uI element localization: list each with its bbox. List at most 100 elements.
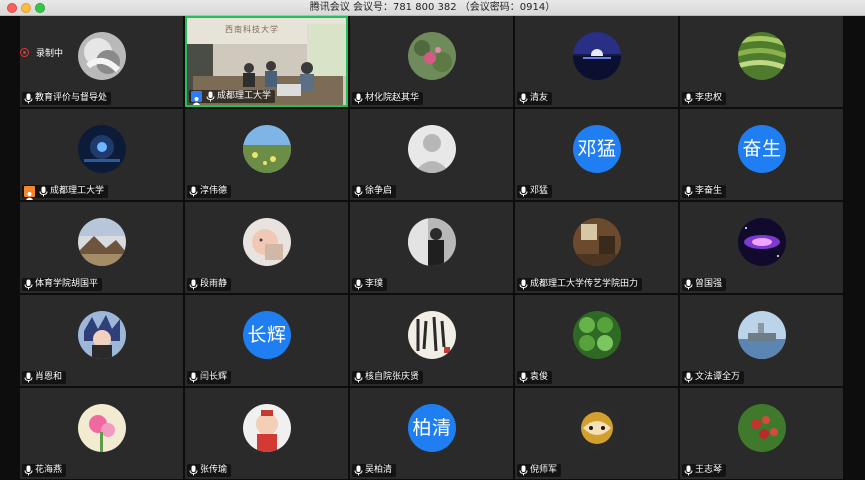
avatar-initials: 长辉 xyxy=(243,311,291,359)
participant-tile[interactable]: 袁俊 xyxy=(515,295,678,386)
avatar xyxy=(78,311,126,359)
participant-label: 张传瑜 xyxy=(187,464,232,477)
participant-name: 核自院张庆贤 xyxy=(365,372,420,382)
participant-tile[interactable]: 成都理工大学传艺学院田力 xyxy=(515,202,678,293)
participant-tile[interactable]: 清友 xyxy=(515,16,678,107)
microphone-icon xyxy=(189,465,198,476)
participant-label: 邓猛 xyxy=(517,185,553,198)
participant-name: 花海燕 xyxy=(35,465,63,475)
participant-tile[interactable]: 材化院赵其华 xyxy=(350,16,513,107)
participant-tile[interactable]: 文法谭全万 xyxy=(680,295,843,386)
participant-name: 徐争启 xyxy=(365,186,393,196)
participant-name: 段雨静 xyxy=(200,279,228,289)
microphone-icon xyxy=(24,465,33,476)
recording-indicator: 录制中 xyxy=(20,46,63,59)
participant-tile[interactable]: 教育评价与督导处 xyxy=(20,16,183,107)
microphone-icon xyxy=(206,91,215,102)
participant-tile[interactable]: 李忠权 xyxy=(680,16,843,107)
avatar-initials: 邓猛 xyxy=(573,125,621,173)
avatar xyxy=(408,125,456,173)
participant-tile[interactable]: 肖恩和 xyxy=(20,295,183,386)
participant-name: 倪师军 xyxy=(530,465,558,475)
participant-tile[interactable]: 体育学院胡国平 xyxy=(20,202,183,293)
microphone-icon xyxy=(684,372,693,383)
participant-label: 李奋生 xyxy=(682,185,727,198)
participant-label: 段雨静 xyxy=(187,278,232,291)
microphone-icon xyxy=(39,186,48,197)
microphone-icon xyxy=(519,465,528,476)
participant-tile[interactable]: 奋生李奋生 xyxy=(680,109,843,200)
avatar xyxy=(738,404,786,452)
avatar xyxy=(78,404,126,452)
participant-tile[interactable]: 柏清吴柏清 xyxy=(350,388,513,479)
participant-name: 文法谭全万 xyxy=(695,372,741,382)
avatar xyxy=(243,404,291,452)
participant-name: 李奋生 xyxy=(695,186,723,196)
video-grid: 教育评价与督导处 西南科技大学 成都理工大学 材化院赵其华 清友 李忠权 成都理工大学 淳伟德… xyxy=(0,16,865,480)
participant-tile[interactable]: 邓猛 邓猛 xyxy=(515,109,678,200)
avatar xyxy=(573,311,621,359)
microphone-icon xyxy=(519,186,528,197)
avatar xyxy=(573,404,621,452)
microphone-icon xyxy=(354,279,363,290)
participant-label: 文法谭全万 xyxy=(682,371,745,384)
participant-name: 吴柏清 xyxy=(365,465,393,475)
participant-name: 材化院赵其华 xyxy=(365,93,420,103)
participant-tile[interactable]: 徐争启 xyxy=(350,109,513,200)
microphone-icon xyxy=(519,279,528,290)
avatar-initials: 柏清 xyxy=(408,404,456,452)
participant-label: 核自院张庆贤 xyxy=(352,371,424,384)
host-badge-icon xyxy=(191,91,202,105)
participant-name: 曾国强 xyxy=(695,279,723,289)
microphone-icon xyxy=(189,372,198,383)
participant-tile[interactable]: 核自院张庆贤 xyxy=(350,295,513,386)
microphone-icon xyxy=(354,186,363,197)
participant-name: 体育学院胡国平 xyxy=(35,279,99,289)
participant-name: 李忠权 xyxy=(695,93,723,103)
participant-label: 徐争启 xyxy=(352,185,397,198)
microphone-icon xyxy=(189,186,198,197)
microphone-icon xyxy=(354,372,363,383)
avatar xyxy=(573,218,621,266)
participant-tile[interactable]: 段雨静 xyxy=(185,202,348,293)
participant-name: 邓猛 xyxy=(530,186,549,196)
avatar xyxy=(408,311,456,359)
title-bar: 腾讯会议 会议号：781 800 382 （会议密码：0914） xyxy=(0,0,865,16)
microphone-icon xyxy=(24,279,33,290)
participant-tile[interactable]: 曾国强 xyxy=(680,202,843,293)
participant-label: 体育学院胡国平 xyxy=(22,278,103,291)
participant-label: 倪师军 xyxy=(517,464,562,477)
participant-name: 袁俊 xyxy=(530,372,549,382)
avatar xyxy=(573,32,621,80)
participant-label: 肖恩和 xyxy=(22,371,67,384)
record-dot-icon xyxy=(20,48,29,57)
participant-name: 肖恩和 xyxy=(35,372,63,382)
participant-tile[interactable]: 淳伟德 xyxy=(185,109,348,200)
participant-name: 李璞 xyxy=(365,279,384,289)
microphone-icon xyxy=(684,186,693,197)
participant-label: 清友 xyxy=(517,92,553,105)
avatar xyxy=(243,125,291,173)
participant-tile[interactable]: 张传瑜 xyxy=(185,388,348,479)
participant-label: 淳伟德 xyxy=(187,185,232,198)
participant-label: 王志琴 xyxy=(682,464,727,477)
participant-name: 成都理工大学传艺学院田力 xyxy=(530,279,639,289)
microphone-icon xyxy=(354,93,363,104)
avatar xyxy=(738,218,786,266)
participant-tile[interactable]: 王志琴 xyxy=(680,388,843,479)
participant-label: 成都理工大学 xyxy=(189,90,276,105)
participant-tile[interactable]: 花海燕 xyxy=(20,388,183,479)
participant-tile[interactable]: 倪师军 xyxy=(515,388,678,479)
microphone-icon xyxy=(519,93,528,104)
avatar xyxy=(738,32,786,80)
participant-label: 花海燕 xyxy=(22,464,67,477)
participant-tile[interactable]: 成都理工大学 xyxy=(20,109,183,200)
participant-label: 教育评价与督导处 xyxy=(22,92,112,105)
participant-name: 成都理工大学 xyxy=(217,91,272,101)
participant-tile[interactable]: 西南科技大学 成都理工大学 xyxy=(185,16,348,107)
avatar-initials: 奋生 xyxy=(738,125,786,173)
microphone-icon xyxy=(684,279,693,290)
participant-label: 李忠权 xyxy=(682,92,727,105)
participant-tile[interactable]: 李璞 xyxy=(350,202,513,293)
participant-tile[interactable]: 长辉 闫长辉 xyxy=(185,295,348,386)
